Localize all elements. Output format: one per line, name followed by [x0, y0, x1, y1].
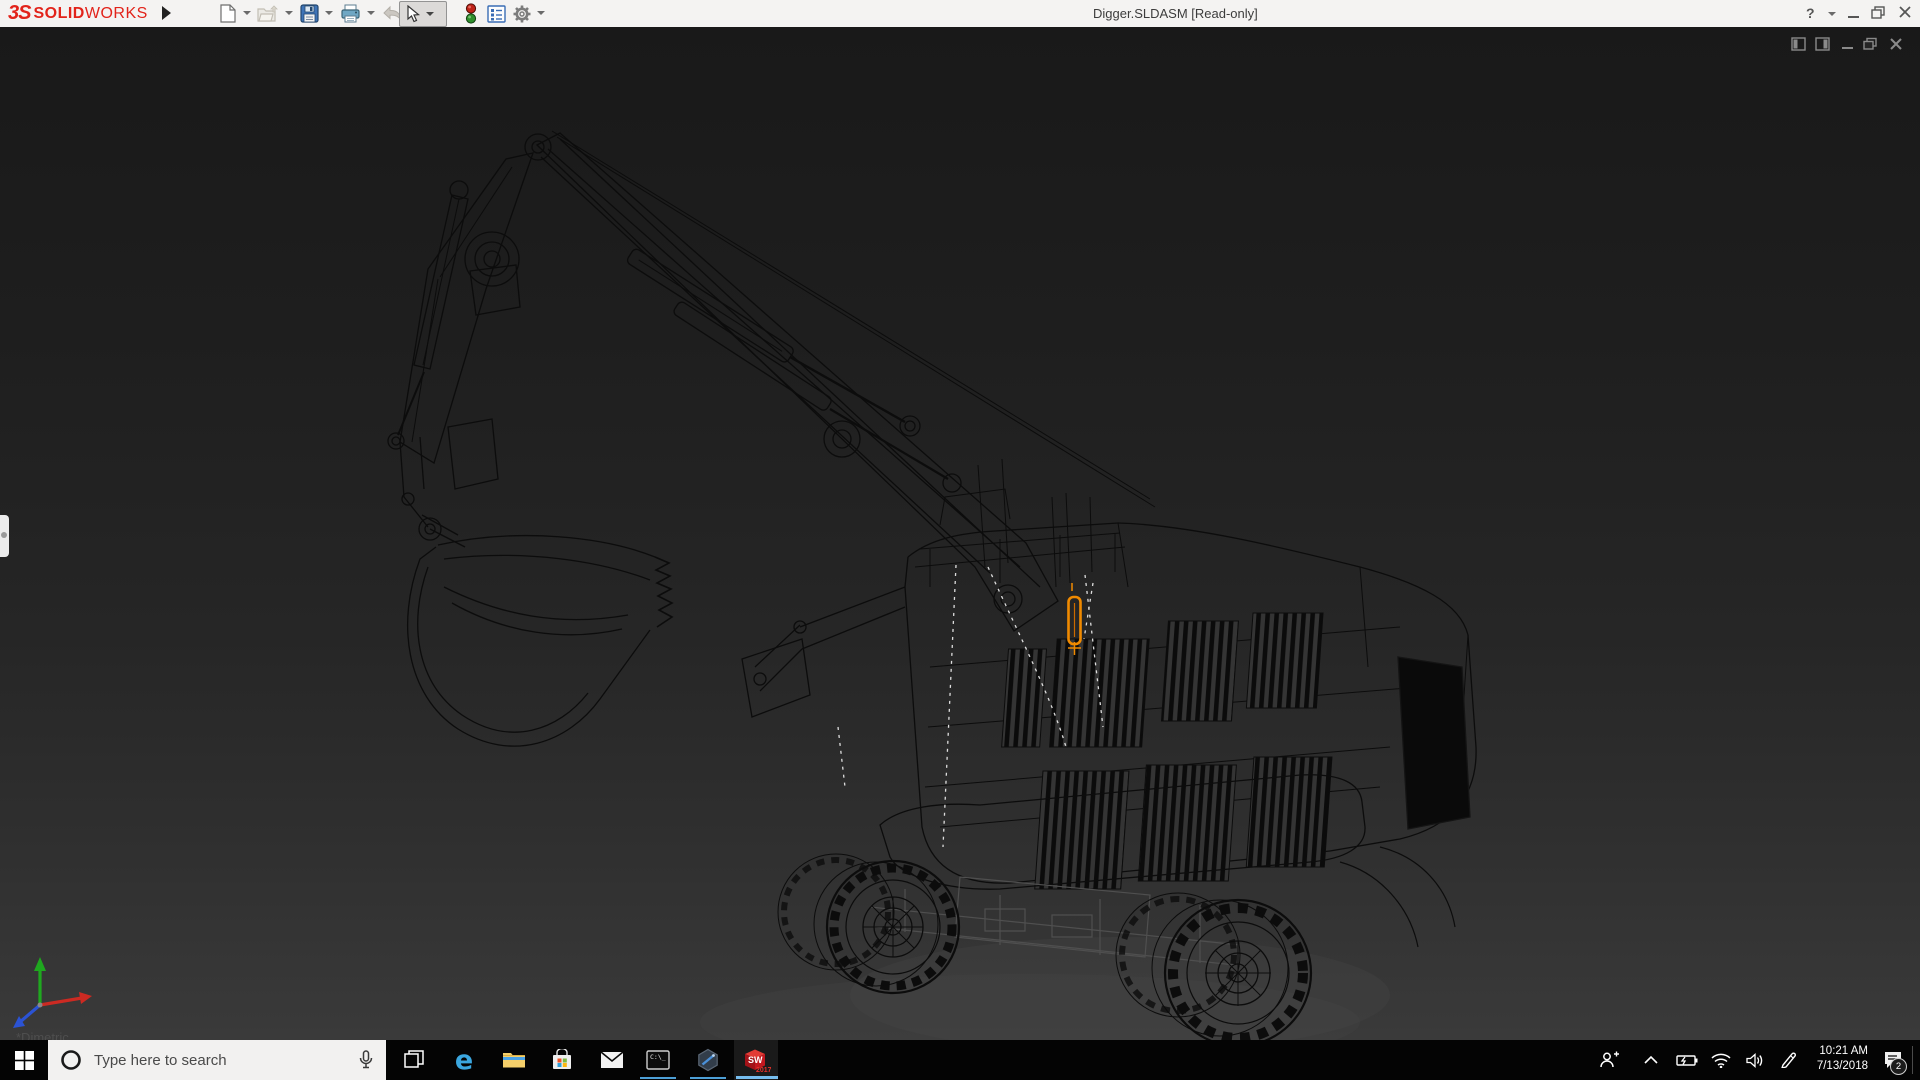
taskbar-clock[interactable]: 10:21 AM 7/13/2018 [1806, 1044, 1868, 1074]
people-button[interactable] [1594, 1040, 1624, 1080]
view-orientation-label: *Dimetric [16, 1030, 69, 1040]
battery-icon [1676, 1055, 1698, 1066]
new-document-button[interactable] [215, 2, 241, 25]
mail-button[interactable] [590, 1040, 634, 1080]
windows-ink-button[interactable] [1774, 1040, 1804, 1080]
wifi-button[interactable] [1706, 1040, 1736, 1080]
people-icon [1600, 1051, 1619, 1068]
select-tool-button[interactable] [399, 1, 447, 27]
windows-logo-icon [14, 1050, 34, 1070]
tray-chevron-button[interactable] [1636, 1040, 1666, 1080]
print-caret[interactable] [367, 11, 375, 15]
cortana-circle-icon [61, 1050, 81, 1070]
command-prompt-button[interactable]: C:\_ [636, 1040, 680, 1080]
microsoft-store-button[interactable] [540, 1040, 584, 1080]
hexagon-app-running-indicator [690, 1077, 726, 1079]
start-button[interactable] [4, 1040, 44, 1080]
brand-works: WORKS [84, 4, 148, 22]
options-gear-icon [513, 5, 531, 22]
solidworks-2017-icon: SW 2017 [745, 1049, 771, 1073]
command-prompt-icon: C:\_ [646, 1050, 670, 1070]
orientation-triad [13, 957, 92, 1028]
viewport-minimize-button[interactable] [1838, 35, 1858, 53]
dassault-3s-glyph: 3S [8, 2, 31, 24]
print-icon [340, 4, 360, 23]
solidworks-logo: 3S SOLID WORKS [8, 2, 148, 25]
open-button[interactable] [255, 2, 281, 25]
task-view-button[interactable] [392, 1040, 436, 1080]
viewport-restore-button[interactable] [1860, 35, 1880, 53]
action-center-button[interactable]: 2 [1876, 1040, 1912, 1080]
battery-button[interactable] [1672, 1040, 1702, 1080]
solidworks-button[interactable]: SW 2017 [734, 1040, 778, 1080]
feature-manager-collapsed-tab[interactable] [0, 515, 9, 557]
taskbar-search-box[interactable]: Type here to search [48, 1040, 386, 1080]
open-caret[interactable] [285, 11, 293, 15]
svg-text:SW: SW [748, 1055, 763, 1065]
title-bar: 3SSOLIDWORKS Digger.SLDASM [Read-only] [0, 0, 1920, 28]
graphics-viewport[interactable]: *Dimetric [0, 27, 1920, 1040]
help-caret[interactable] [1828, 12, 1836, 16]
cmd-running-indicator [640, 1077, 676, 1079]
windows-ink-pen-icon [1781, 1052, 1796, 1068]
mail-icon [600, 1051, 624, 1068]
notification-badge: 2 [1890, 1058, 1907, 1075]
svg-text:2017: 2017 [756, 1067, 771, 1073]
show-desktop-divider[interactable] [1912, 1046, 1913, 1074]
speaker-icon [1746, 1052, 1763, 1068]
file-explorer-button[interactable] [492, 1040, 536, 1080]
file-explorer-icon [503, 1053, 525, 1068]
document-title: Digger.SLDASM [Read-only] [1093, 6, 1258, 21]
app-restore-button[interactable] [1871, 4, 1886, 26]
hexagon-app-button[interactable] [686, 1040, 730, 1080]
rebuild-button[interactable] [458, 2, 484, 25]
edge-button[interactable]: e [442, 1040, 486, 1080]
print-button[interactable] [337, 2, 363, 25]
app-minimize-button[interactable] [1847, 4, 1860, 26]
viewport-close-button[interactable] [1886, 35, 1906, 53]
options-button[interactable] [509, 2, 535, 25]
chevron-up-icon [1644, 1055, 1658, 1064]
windows-taskbar: Type here to search e C:\_ SW 2017 10:21… [0, 1040, 1920, 1080]
menu-expand-arrow-icon[interactable] [162, 6, 171, 20]
search-placeholder-text: Type here to search [94, 1051, 227, 1069]
save-button[interactable] [296, 2, 322, 25]
rebuild-traffic-light-icon [465, 3, 477, 24]
selected-component[interactable] [1067, 583, 1082, 655]
clock-date: 7/13/2018 [1816, 1060, 1868, 1072]
help-button[interactable]: ? [1806, 4, 1815, 22]
options-caret[interactable] [537, 11, 545, 15]
app-close-button[interactable] [1898, 4, 1912, 26]
svg-text:C:\_: C:\_ [650, 1053, 666, 1061]
file-properties-button[interactable] [483, 2, 509, 25]
brand-solid: SOLID [33, 4, 85, 22]
new-document-caret[interactable] [243, 11, 251, 15]
select-caret[interactable] [426, 12, 434, 16]
solidworks-running-indicator [736, 1076, 778, 1079]
select-cursor-icon [407, 5, 421, 23]
microsoft-store-icon [553, 1049, 571, 1069]
file-properties-icon [486, 4, 506, 23]
save-floppy-icon [299, 4, 319, 23]
open-folder-icon [257, 4, 278, 22]
microphone-icon[interactable] [358, 1049, 374, 1071]
clock-time: 10:21 AM [1819, 1045, 1868, 1057]
new-document-icon [220, 4, 236, 23]
viewport-pane-left-button[interactable] [1788, 35, 1808, 53]
wireframe-digger-model[interactable] [0, 27, 1920, 1040]
hexagon-app-icon [698, 1048, 718, 1072]
edge-icon: e [454, 1044, 474, 1076]
task-view-icon [404, 1050, 424, 1068]
viewport-pane-right-button[interactable] [1812, 35, 1832, 53]
volume-button[interactable] [1740, 1040, 1770, 1080]
wifi-icon [1711, 1053, 1731, 1068]
expand-panel-icon [1, 532, 7, 538]
save-caret[interactable] [325, 11, 333, 15]
